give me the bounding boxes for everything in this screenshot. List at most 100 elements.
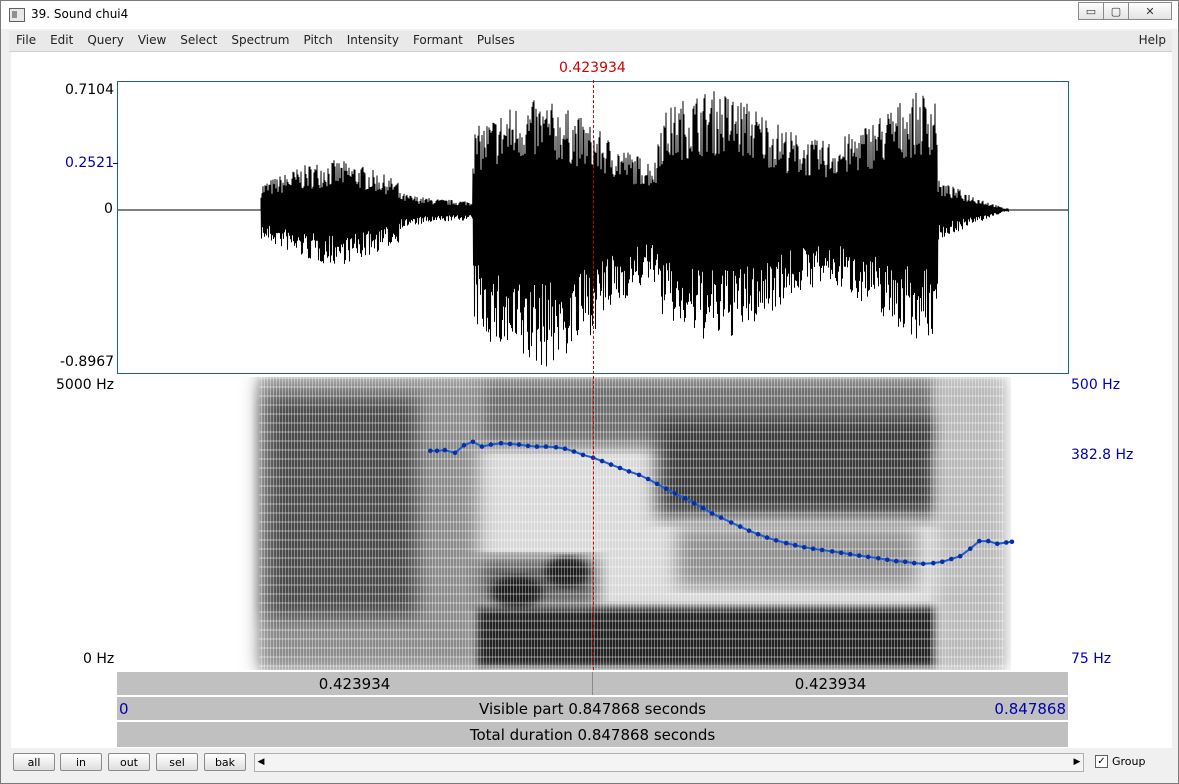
wave-max-label: 0.7104	[65, 82, 114, 98]
visible-part-label: Visible part 0.847868 seconds	[479, 700, 706, 718]
pitch-bottom-label: 75 Hz	[1071, 651, 1112, 667]
bottom-controls: all in out sel bak ◀ ▶ ✓ Group	[9, 750, 1172, 776]
menu-intensity[interactable]: Intensity	[340, 33, 406, 47]
pitch-point-62	[995, 541, 1000, 547]
menu-select[interactable]: Select	[173, 33, 224, 47]
menu-file[interactable]: File	[9, 33, 43, 47]
zoom-in-button[interactable]: in	[60, 753, 102, 771]
group-checkbox[interactable]: ✓	[1095, 755, 1108, 768]
pitch-top-label: 500 Hz	[1071, 377, 1121, 393]
pitch-point-1	[434, 448, 440, 454]
pitch-point-46	[847, 551, 853, 557]
pitch-point-0	[428, 448, 433, 454]
menu-edit[interactable]: Edit	[43, 33, 80, 47]
pitch-point-44	[829, 549, 835, 554]
pitch-point-2	[442, 447, 448, 453]
pitch-point-50	[885, 557, 890, 562]
pitch-point-24	[645, 476, 651, 482]
pitch-point-60	[977, 538, 982, 544]
pitch-point-10	[516, 442, 522, 447]
pitch-point-23	[636, 472, 642, 478]
pitch-point-45	[838, 550, 844, 556]
pitch-point-54	[920, 561, 926, 567]
pitch-point-16	[571, 449, 577, 454]
menu-help[interactable]: Help	[1139, 33, 1166, 47]
close-button[interactable]: ✕	[1128, 2, 1172, 20]
menu-spectrum[interactable]: Spectrum	[224, 33, 296, 47]
pitch-point-29	[691, 500, 697, 506]
menu-query[interactable]: Query	[80, 33, 130, 47]
pitch-point-19	[599, 458, 605, 464]
menu-bar: File Edit Query View Select Spectrum Pit…	[9, 31, 1172, 52]
minimize-button[interactable]: ▭	[1078, 2, 1104, 20]
pitch-point-7	[488, 442, 494, 447]
pitch-point-12	[534, 444, 540, 449]
menu-view[interactable]: View	[131, 33, 173, 47]
pitch-point-47	[856, 553, 862, 558]
maximize-button[interactable]: ▢	[1103, 2, 1129, 20]
pitch-point-49	[876, 556, 881, 561]
pitch-point-42	[810, 546, 816, 551]
menu-pulses[interactable]: Pulses	[470, 33, 522, 47]
pitch-point-34	[737, 524, 743, 529]
pitch-point-52	[902, 559, 908, 565]
spectrogram-bottom-freq: 0 Hz	[83, 651, 115, 667]
pitch-point-56	[940, 559, 945, 565]
pitch-point-38	[773, 538, 779, 543]
pitch-point-13	[543, 444, 549, 449]
total-duration-label: Total duration 0.847868 seconds	[469, 726, 716, 744]
pitch-point-6	[479, 444, 485, 449]
total-duration-bar[interactable]: Total duration 0.847868 seconds	[117, 722, 1068, 747]
pitch-point-3	[452, 450, 458, 456]
pitch-point-31	[709, 511, 715, 516]
menu-formant[interactable]: Formant	[406, 33, 470, 47]
pitch-point-5	[470, 439, 476, 445]
visible-end: 0.847868	[994, 700, 1066, 718]
time-bar-left[interactable]: 0.423934	[117, 672, 593, 695]
window-controls: ▭ ▢ ✕	[1078, 2, 1172, 22]
spectrogram-energy	[259, 377, 1004, 670]
pitch-point-51	[893, 558, 899, 564]
zoom-back-button[interactable]: bak	[204, 753, 246, 771]
time-bar[interactable]: 0.423934 0.423934	[117, 672, 1068, 695]
pitch-point-8	[498, 440, 504, 446]
pitch-point-57	[949, 556, 954, 562]
pitch-point-26	[663, 486, 669, 491]
pitch-point-4	[461, 443, 467, 448]
horizontal-scrollbar[interactable]	[254, 753, 1084, 772]
zoom-out-button[interactable]: out	[108, 753, 150, 771]
wave-mid-tick	[113, 163, 118, 164]
wave-min-label: -0.8967	[60, 354, 115, 370]
pitch-point-37	[764, 535, 770, 540]
wave-mid-label: 0.2521	[65, 155, 114, 171]
pitch-point-30	[700, 505, 706, 511]
window-title: 39. Sound chui4	[31, 7, 129, 21]
pitch-point-39	[783, 540, 789, 546]
pitch-point-28	[682, 496, 688, 501]
window-icon	[9, 8, 25, 22]
title-bar[interactable]: 39. Sound chui4 ▭ ▢ ✕	[1, 1, 1178, 29]
pitch-point-11	[525, 443, 531, 449]
menu-pitch[interactable]: Pitch	[296, 33, 339, 47]
pitch-point-22	[626, 469, 632, 474]
pitch-point-9	[507, 441, 513, 447]
pitch-point-36	[755, 531, 761, 537]
pitch-point-59	[968, 546, 973, 551]
cursor-line[interactable]	[593, 80, 594, 670]
zoom-sel-button[interactable]: sel	[156, 753, 198, 771]
visible-part-bar[interactable]: 0 Visible part 0.847868 seconds 0.847868	[117, 697, 1068, 720]
pitch-point-61	[986, 538, 991, 544]
pitch-point-64	[1009, 539, 1015, 545]
pitch-point-63	[1004, 540, 1009, 545]
pitch-point-21	[617, 465, 623, 471]
zoom-all-button[interactable]: all	[13, 753, 55, 771]
group-label: Group	[1112, 755, 1146, 768]
pitch-point-40	[792, 542, 798, 548]
scroll-left-icon[interactable]: ◀	[254, 753, 268, 772]
time-bar-right[interactable]: 0.423934	[593, 672, 1068, 695]
pitch-point-27	[672, 491, 678, 496]
scroll-right-icon[interactable]: ▶	[1070, 753, 1084, 772]
wave-zero-label: 0	[104, 201, 113, 217]
pitch-point-41	[801, 545, 807, 550]
spectrogram-top-freq: 5000 Hz	[56, 377, 114, 393]
